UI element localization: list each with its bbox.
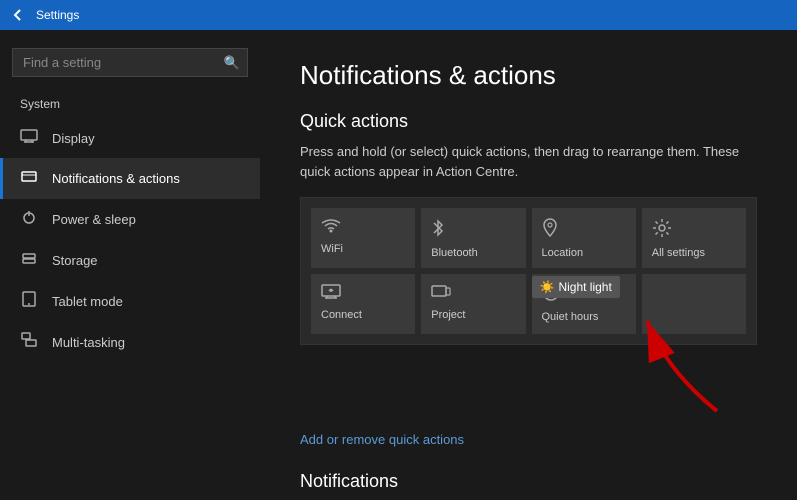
sidebar-item-notifications[interactable]: Notifications & actions [0,158,260,199]
sidebar-label-notifications: Notifications & actions [52,171,180,186]
quiethours-icon [542,284,560,307]
notifications-icon [20,168,38,189]
search-input[interactable] [12,48,248,77]
qa-tile-location[interactable]: Location [532,208,636,268]
quick-actions-title: Quick actions [300,111,757,132]
project-icon [431,284,451,305]
power-icon [20,209,38,230]
connect-icon [321,284,341,305]
qa-tile-bluetooth[interactable]: Bluetooth [421,208,525,268]
tablet-icon [20,291,38,312]
add-remove-link[interactable]: Add or remove quick actions [300,432,464,447]
quick-actions-grid: WiFi Bluetooth [300,197,757,345]
sidebar-item-storage[interactable]: Storage [0,240,260,281]
bluetooth-icon [431,218,445,243]
qa-tile-wifi[interactable]: WiFi [311,208,415,268]
qa-label-wifi: WiFi [321,243,343,255]
quick-actions-desc: Press and hold (or select) quick actions… [300,142,757,181]
sidebar-label-storage: Storage [52,253,98,268]
sidebar: 🔍 System Display Notifications [0,30,260,500]
sidebar-label-multitasking: Multi-tasking [52,335,125,350]
qa-tile-quiethours[interactable]: Quiet hours ☀️Night light [532,274,636,334]
storage-icon [20,250,38,271]
titlebar-title: Settings [36,8,79,22]
qa-label-allsettings: All settings [652,247,705,259]
content-area: Notifications & actions Quick actions Pr… [260,30,797,500]
sidebar-item-power[interactable]: Power & sleep [0,199,260,240]
qa-tile-empty[interactable] [642,274,746,334]
qa-tile-project[interactable]: Project [421,274,525,334]
sidebar-label-power: Power & sleep [52,212,136,227]
sidebar-label-tablet: Tablet mode [52,294,123,309]
qa-label-connect: Connect [321,309,362,321]
sidebar-item-multitasking[interactable]: Multi-tasking [0,322,260,363]
multitasking-icon [20,332,38,353]
notifications-section-title: Notifications [300,471,757,492]
search-box[interactable]: 🔍 [12,48,248,77]
sidebar-item-display[interactable]: Display [0,119,260,158]
titlebar: Settings [0,0,797,30]
sidebar-label-display: Display [52,131,95,146]
page-title: Notifications & actions [300,60,757,91]
search-icon: 🔍 [224,55,240,71]
qa-label-location: Location [542,247,584,259]
qa-label-quiethours: Quiet hours [542,311,599,323]
sidebar-item-tablet[interactable]: Tablet mode [0,281,260,322]
back-button[interactable] [8,5,28,25]
allsettings-icon [652,218,672,243]
location-icon [542,218,558,243]
qa-tile-allsettings[interactable]: All settings [642,208,746,268]
sidebar-section-title: System [0,93,260,119]
qa-label-project: Project [431,309,465,321]
qa-label-bluetooth: Bluetooth [431,247,477,259]
qa-tile-connect[interactable]: Connect [311,274,415,334]
main-layout: 🔍 System Display Notifications [0,30,797,500]
display-icon [20,129,38,148]
wifi-icon [321,218,341,239]
